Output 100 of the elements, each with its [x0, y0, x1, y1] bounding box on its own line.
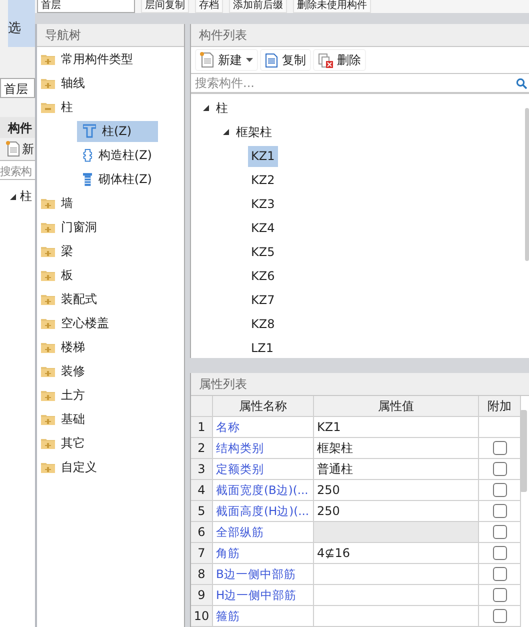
toolbar-button[interactable]: 层间复制 [141, 0, 189, 13]
folder-icon [41, 317, 55, 329]
toolbar-button[interactable]: 删除 [313, 49, 366, 71]
new-document-icon [6, 141, 20, 157]
checkbox[interactable] [492, 462, 506, 476]
tree-item[interactable]: 土方 [61, 386, 85, 404]
row-number: 10 [191, 606, 213, 627]
document-icon [265, 52, 278, 68]
property-value[interactable]: 普通柱 [314, 459, 479, 480]
checkbox[interactable] [492, 441, 506, 455]
folder-icon [41, 413, 55, 425]
delete-document-icon [318, 52, 333, 68]
column-icon [83, 147, 92, 163]
tree-item[interactable]: 自定义 [61, 458, 97, 476]
row-number: 2 [191, 438, 213, 459]
tree-item[interactable]: 柱(Z) [77, 120, 158, 142]
checkbox[interactable] [492, 567, 506, 581]
folder-icon [41, 461, 55, 473]
tree-item[interactable]: KZ7 [248, 290, 278, 310]
tree-item[interactable]: 柱 [20, 188, 32, 205]
tree-item[interactable]: KZ4 [248, 218, 278, 238]
scrollbar[interactable] [520, 410, 527, 492]
tree-item[interactable]: 柱 [61, 98, 73, 116]
checkbox[interactable] [492, 525, 506, 539]
tree-item[interactable]: 柱 [213, 98, 231, 118]
floor-dropdown[interactable]: 首层 [37, 0, 135, 13]
tree-item[interactable]: KZ3 [248, 194, 278, 214]
checkbox[interactable] [492, 504, 506, 518]
folder-icon [41, 221, 55, 233]
collapse-icon[interactable] [10, 194, 16, 200]
toolbar-button[interactable]: 删除未使用构件 [293, 0, 371, 13]
collapse-icon[interactable] [223, 129, 229, 135]
tree-item[interactable]: 梁 [61, 242, 73, 260]
toolbar-button[interactable]: 新建 [195, 49, 258, 71]
tree-item[interactable]: KZ2 [248, 170, 278, 190]
folder-icon [41, 365, 55, 377]
select-button[interactable]: 选 [8, 0, 35, 47]
folder-icon [41, 341, 55, 353]
panel-title: 属性列表 [191, 373, 529, 396]
tree-item[interactable]: 装配式 [61, 290, 97, 308]
column-header: 属性值 [314, 396, 479, 417]
panel-title: 构件 [0, 117, 35, 138]
tree-item[interactable]: LZ1 [248, 338, 277, 358]
tree-item[interactable]: 装修 [61, 362, 85, 380]
tree-item[interactable]: 其它 [61, 434, 85, 452]
row-number: 4 [191, 480, 213, 501]
tree-item[interactable]: 轴线 [61, 74, 85, 92]
checkbox[interactable] [492, 546, 506, 560]
tree-item[interactable]: 门窗洞 [61, 218, 97, 236]
new-document-icon [200, 52, 214, 68]
new-button[interactable]: 新 [22, 140, 34, 158]
row-number: 6 [191, 522, 213, 543]
tree-item[interactable]: 墙 [61, 194, 73, 212]
header-corner [191, 396, 213, 417]
column-icon [83, 124, 96, 138]
property-value[interactable]: 框架柱 [314, 438, 479, 459]
tree-item[interactable]: KZ1 [248, 146, 278, 166]
column-header: 属性名称 [213, 396, 314, 417]
property-value[interactable]: 250 [314, 480, 479, 501]
tree-item[interactable]: 板 [61, 266, 73, 284]
toolbar-button[interactable]: 添加前后缀 [229, 0, 287, 13]
tree-item[interactable]: 楼梯 [61, 338, 85, 356]
tree-item[interactable]: 框架柱 [233, 122, 275, 142]
folder-icon [41, 269, 55, 281]
panel-title: 构件列表 [191, 24, 529, 47]
tree-item[interactable]: KZ6 [248, 266, 278, 286]
caret-icon [246, 58, 253, 62]
checkbox[interactable] [492, 609, 506, 623]
tree-item[interactable]: 空心楼盖 [61, 314, 109, 332]
column-header: 附加 [479, 396, 521, 417]
row-number: 5 [191, 501, 213, 522]
folder-icon [41, 293, 55, 305]
row-number: 3 [191, 459, 213, 480]
collapse-icon[interactable] [203, 105, 209, 111]
search-field[interactable]: 搜索构 [0, 160, 35, 180]
tree-item[interactable]: KZ5 [248, 242, 278, 262]
tree-item[interactable]: 常用构件类型 [61, 50, 133, 68]
toolbar-button[interactable]: 存档 [195, 0, 223, 13]
checkbox[interactable] [492, 483, 506, 497]
column-icon [83, 172, 92, 186]
toolbar-button[interactable]: 复制 [260, 49, 311, 71]
panel-title: 导航树 [37, 24, 184, 47]
property-value[interactable]: KZ1 [314, 417, 479, 438]
tree-item[interactable]: 基础 [61, 410, 85, 428]
folder-icon [41, 437, 55, 449]
search-icon [516, 78, 527, 88]
checkbox[interactable] [492, 588, 506, 602]
floor-field[interactable]: 首层 [0, 78, 35, 98]
property-value[interactable]: 250 [314, 501, 479, 522]
folder-icon [41, 389, 55, 401]
row-number: 8 [191, 564, 213, 585]
row-number: 9 [191, 585, 213, 606]
scrollbar[interactable] [525, 108, 529, 261]
tree-item[interactable]: KZ8 [248, 314, 278, 334]
property-value[interactable]: 4⊈16 [314, 543, 479, 564]
tree-item[interactable]: 砌体柱(Z) [77, 168, 158, 190]
folder-icon [41, 245, 55, 257]
folder-icon [41, 53, 55, 65]
tree-item[interactable]: 构造柱(Z) [77, 144, 158, 166]
folder-icon [41, 197, 55, 209]
